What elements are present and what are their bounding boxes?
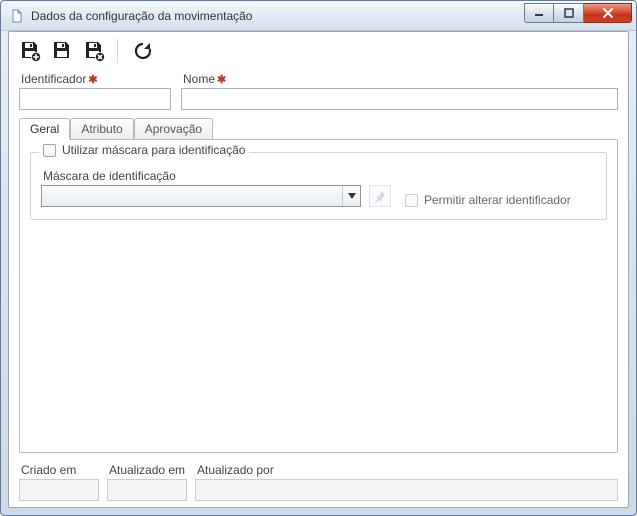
save-close-button[interactable] <box>81 38 107 64</box>
save-button[interactable] <box>49 38 75 64</box>
toolbar-separator <box>117 39 118 63</box>
mask-select[interactable] <box>41 185 361 207</box>
created-label: Criado em <box>21 463 99 477</box>
updated-field: Atualizado em <box>107 463 187 501</box>
close-button[interactable] <box>584 3 632 23</box>
created-field: Criado em <box>19 463 99 501</box>
tab-header: Geral Atributo Aprovação <box>19 118 618 140</box>
tab-geral[interactable]: Geral <box>19 118 70 140</box>
updated-label: Atualizado em <box>109 463 187 477</box>
use-mask-label: Utilizar máscara para identificação <box>62 143 245 157</box>
refresh-button[interactable] <box>130 38 156 64</box>
maximize-button[interactable] <box>554 3 584 23</box>
dialog-window: Dados da configuração da movimentação <box>0 0 637 516</box>
window-title: Dados da configuração da movimentação <box>31 9 524 23</box>
titlebar[interactable]: Dados da configuração da movimentação <box>1 1 636 31</box>
name-input[interactable] <box>181 88 618 110</box>
id-name-row: Identificador ✱ Nome ✱ <box>15 70 622 118</box>
tab-aprovacao[interactable]: Aprovação <box>134 118 213 140</box>
chevron-down-icon <box>342 186 360 206</box>
updated-by-field: Atualizado por <box>195 463 618 501</box>
allow-edit-id-group[interactable]: Permitir alterar identificador <box>405 193 571 207</box>
tab-atributo[interactable]: Atributo <box>70 118 133 140</box>
mask-fieldset: Utilizar máscara para identificação Másc… <box>30 152 607 220</box>
minimize-button[interactable] <box>524 3 554 23</box>
window-controls <box>524 3 632 25</box>
mask-action-button[interactable] <box>369 185 391 207</box>
tabs: Geral Atributo Aprovação Utilizar máscar… <box>15 118 622 453</box>
updated-input <box>107 479 187 501</box>
mask-select-field: Máscara de identificação <box>41 169 361 207</box>
required-icon: ✱ <box>217 73 226 86</box>
toolbar <box>15 36 622 70</box>
name-label: Nome <box>183 72 215 86</box>
allow-edit-id-label: Permitir alterar identificador <box>424 193 571 207</box>
mask-select-value <box>42 186 342 206</box>
allow-edit-id-checkbox[interactable] <box>405 194 418 207</box>
mask-row: Máscara de identificação <box>41 169 596 207</box>
created-input <box>19 479 99 501</box>
updated-by-input <box>195 479 618 501</box>
identifier-input[interactable] <box>19 88 171 110</box>
identifier-field: Identificador ✱ <box>19 72 171 110</box>
tab-panel-geral: Utilizar máscara para identificação Másc… <box>19 139 618 453</box>
footer-row: Criado em Atualizado em Atualizado por <box>15 459 622 501</box>
identifier-label: Identificador <box>21 72 86 86</box>
save-new-button[interactable] <box>17 38 43 64</box>
client-area: Identificador ✱ Nome ✱ Geral Atributo Ap… <box>8 31 629 508</box>
use-mask-checkbox[interactable] <box>43 144 56 157</box>
mask-label: Máscara de identificação <box>43 169 361 183</box>
document-icon <box>9 8 25 24</box>
name-field: Nome ✱ <box>181 72 618 110</box>
required-icon: ✱ <box>88 73 97 86</box>
use-mask-legend[interactable]: Utilizar máscara para identificação <box>39 143 249 157</box>
updated-by-label: Atualizado por <box>197 463 618 477</box>
